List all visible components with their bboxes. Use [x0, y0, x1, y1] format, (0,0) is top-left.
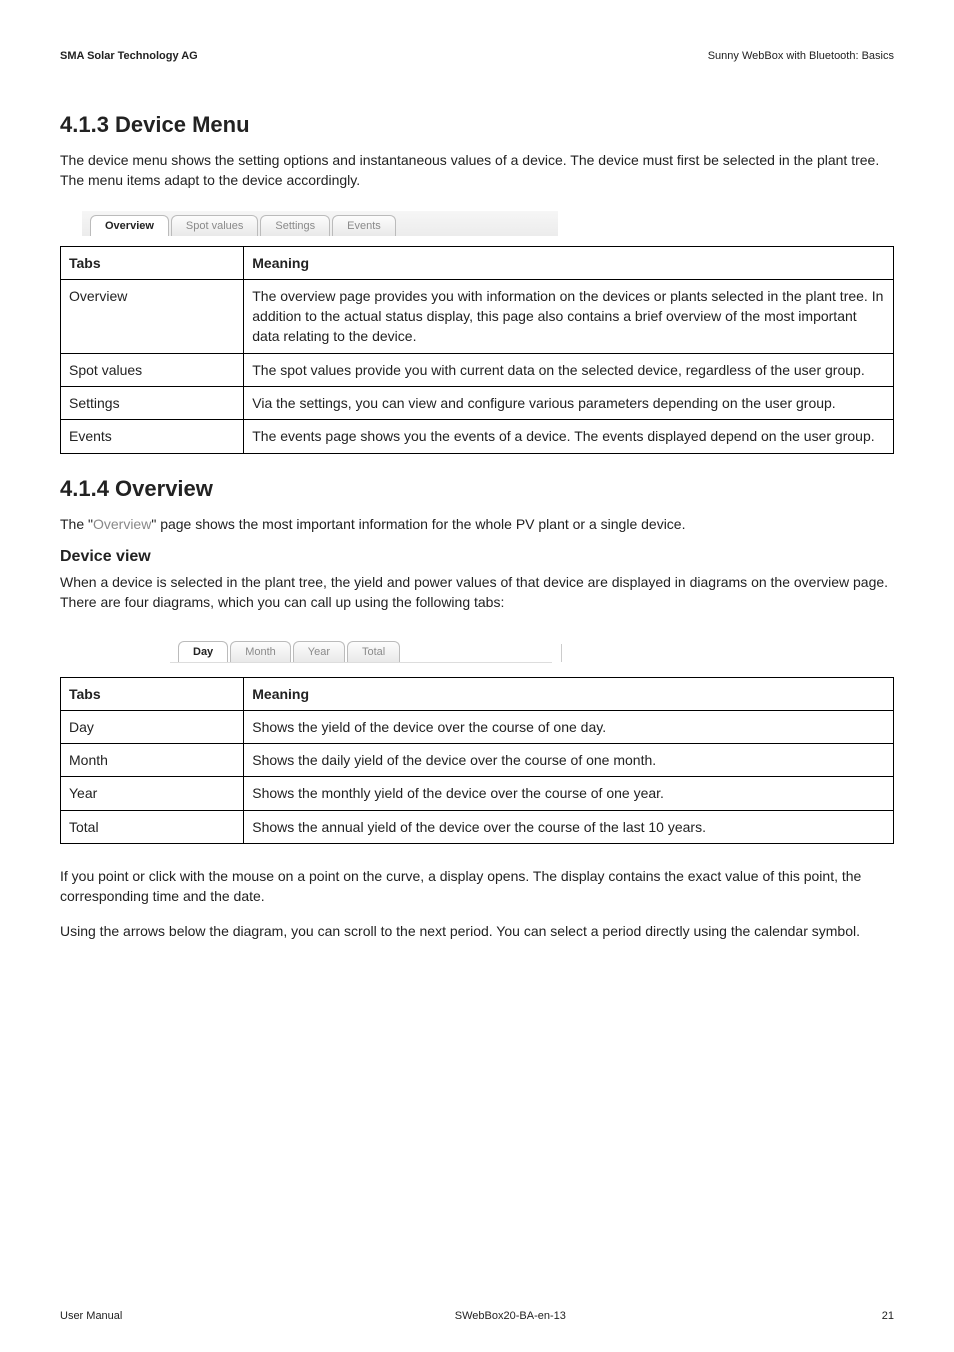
section-414-title: 4.1.4 Overview [60, 476, 894, 502]
table-header-row: Tabs Meaning [61, 246, 894, 279]
page-header: SMA Solar Technology AG Sunny WebBox wit… [60, 50, 894, 62]
table-row: Month Shows the daily yield of the devic… [61, 744, 894, 777]
footer-center: SWebBox20-BA-en-13 [455, 1310, 566, 1322]
table-header-row: Tabs Meaning [61, 677, 894, 710]
section-413-intro: The device menu shows the setting option… [60, 150, 894, 191]
intro-post: " page shows the most important informat… [151, 516, 685, 532]
footer-right: 21 [882, 1310, 894, 1322]
cell-tab: Events [61, 420, 244, 453]
cell-tab: Total [61, 810, 244, 843]
th-tabs: Tabs [61, 246, 244, 279]
cell-meaning: The overview page provides you with info… [244, 279, 894, 353]
table-row: Year Shows the monthly yield of the devi… [61, 777, 894, 810]
tab-overview: Overview [90, 215, 169, 236]
cell-tab: Spot values [61, 353, 244, 386]
table-row: Events The events page shows you the eve… [61, 420, 894, 453]
th-meaning: Meaning [244, 677, 894, 710]
tab-year: Year [293, 641, 345, 662]
footer-left: User Manual [60, 1310, 122, 1322]
section-413-title: 4.1.3 Device Menu [60, 112, 894, 138]
table-row: Day Shows the yield of the device over t… [61, 710, 894, 743]
th-meaning: Meaning [244, 246, 894, 279]
cell-tab: Overview [61, 279, 244, 353]
page-footer: User Manual SWebBox20-BA-en-13 21 [60, 1310, 894, 1322]
section-414-intro: The "Overview" page shows the most impor… [60, 514, 894, 534]
intro-overview-label: Overview [93, 516, 151, 532]
tab-spot-values: Spot values [171, 215, 258, 236]
device-menu-table: Tabs Meaning Overview The overview page … [60, 246, 894, 454]
table-row: Settings Via the settings, you can view … [61, 387, 894, 420]
th-tabs: Tabs [61, 677, 244, 710]
cell-meaning: The events page shows you the events of … [244, 420, 894, 453]
table-row: Overview The overview page provides you … [61, 279, 894, 353]
intro-pre: The " [60, 516, 93, 532]
cell-tab: Year [61, 777, 244, 810]
tab-month: Month [230, 641, 291, 662]
period-tabs-image: Day Month Year Total [170, 637, 552, 663]
tab-settings: Settings [260, 215, 330, 236]
para-after-1: If you point or click with the mouse on … [60, 866, 894, 907]
tab-events: Events [332, 215, 396, 236]
device-view-subhead: Device view [60, 548, 894, 566]
tab-total: Total [347, 641, 400, 662]
cell-meaning: Via the settings, you can view and confi… [244, 387, 894, 420]
cell-meaning: Shows the daily yield of the device over… [244, 744, 894, 777]
device-view-intro: When a device is selected in the plant t… [60, 572, 894, 613]
cell-tab: Day [61, 710, 244, 743]
cell-meaning: Shows the yield of the device over the c… [244, 710, 894, 743]
cell-meaning: Shows the monthly yield of the device ov… [244, 777, 894, 810]
period-table: Tabs Meaning Day Shows the yield of the … [60, 677, 894, 844]
table-row: Total Shows the annual yield of the devi… [61, 810, 894, 843]
cell-tab: Settings [61, 387, 244, 420]
device-menu-tabs-image: Overview Spot values Settings Events [82, 211, 558, 236]
cell-meaning: The spot values provide you with current… [244, 353, 894, 386]
header-right: Sunny WebBox with Bluetooth: Basics [708, 50, 894, 62]
table-row: Spot values The spot values provide you … [61, 353, 894, 386]
header-left: SMA Solar Technology AG [60, 50, 198, 62]
cell-tab: Month [61, 744, 244, 777]
tab-day: Day [178, 641, 228, 662]
cell-meaning: Shows the annual yield of the device ove… [244, 810, 894, 843]
para-after-2: Using the arrows below the diagram, you … [60, 921, 894, 941]
